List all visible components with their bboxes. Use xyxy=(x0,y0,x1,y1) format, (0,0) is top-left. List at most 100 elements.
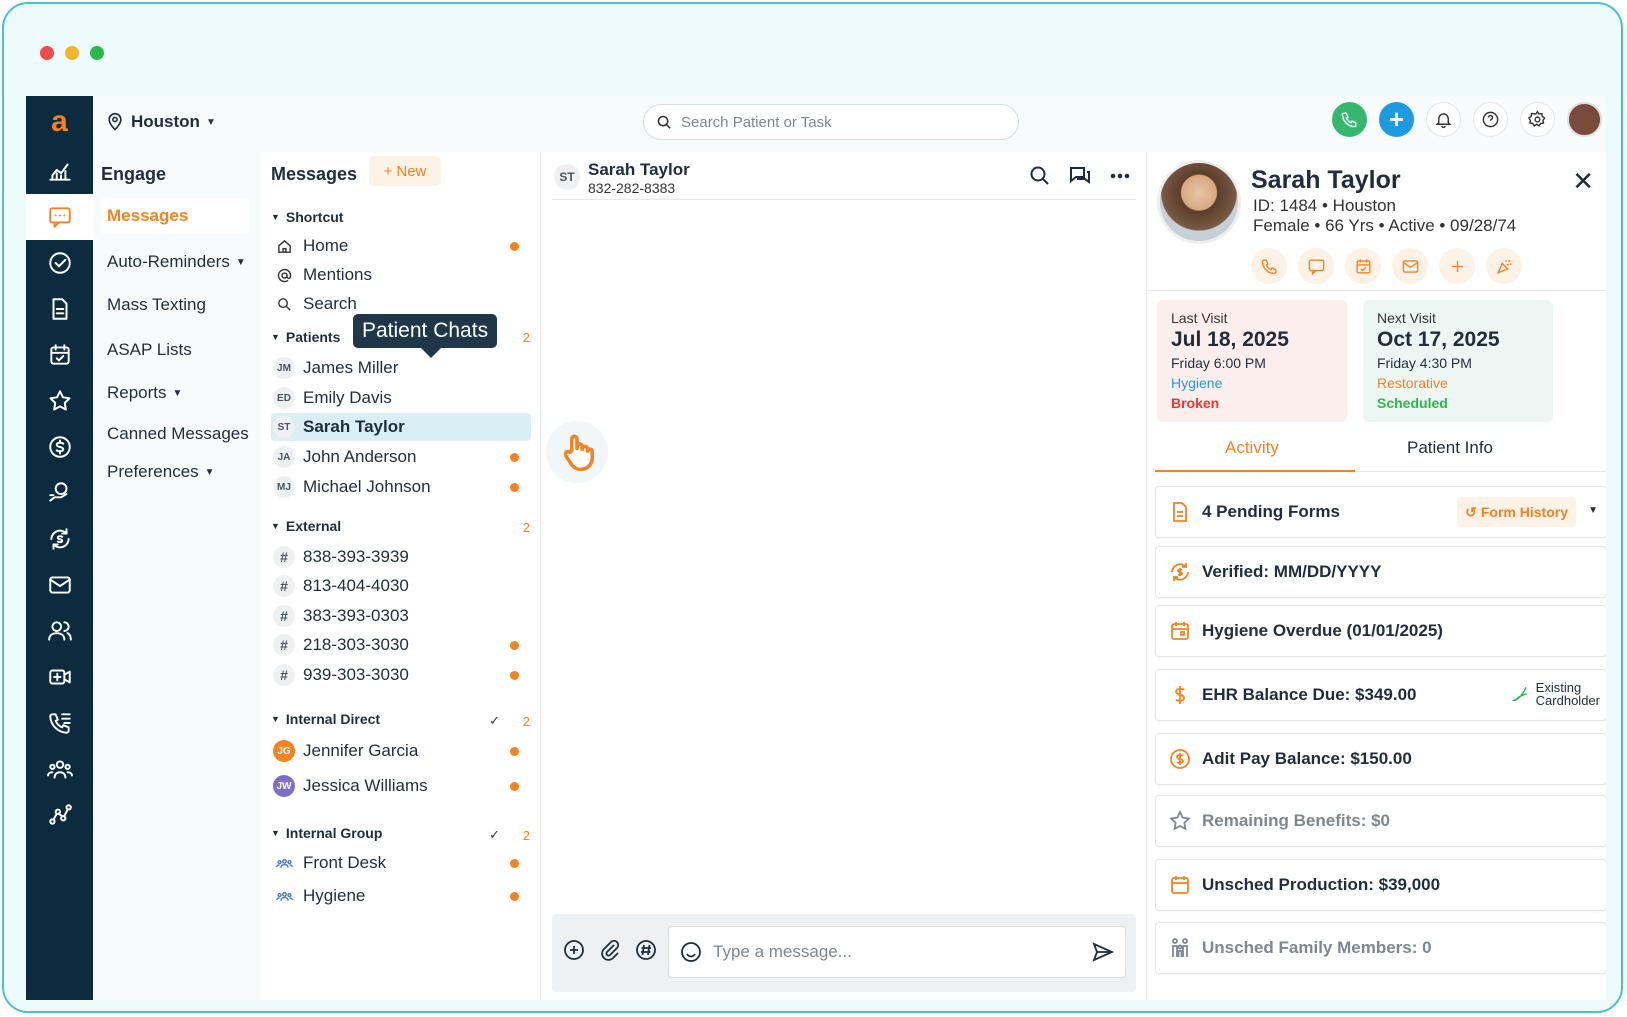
schedule-patient-button[interactable] xyxy=(1345,248,1381,284)
external-item[interactable]: #939-303-3030 xyxy=(271,661,531,689)
rail-recurring-icon[interactable] xyxy=(26,516,93,562)
patient-sarah-taylor[interactable]: ST Sarah Taylor xyxy=(271,413,531,441)
unsched-family-card[interactable]: Unsched Family Members: 0 xyxy=(1155,922,1606,974)
close-window-dot[interactable] xyxy=(40,46,54,60)
top-actions: + xyxy=(1332,102,1602,137)
rail-tasks-icon[interactable] xyxy=(26,240,93,286)
next-visit-card[interactable]: Next Visit Oct 17, 2025 Friday 4:30 PM R… xyxy=(1363,300,1553,422)
new-message-button[interactable]: + New xyxy=(369,156,441,186)
paperclip-icon[interactable] xyxy=(598,938,622,962)
close-icon[interactable]: ✕ xyxy=(1572,166,1594,197)
rail-analytics-icon[interactable] xyxy=(26,148,93,194)
email-patient-button[interactable] xyxy=(1392,248,1428,284)
rail-team-icon[interactable] xyxy=(26,746,93,792)
adit-pay-card[interactable]: Adit Pay Balance: $150.00 xyxy=(1155,733,1606,785)
rail-workflow-icon[interactable] xyxy=(26,792,93,838)
tab-patient-info[interactable]: Patient Info xyxy=(1407,438,1493,458)
add-patient-action-button[interactable] xyxy=(1439,248,1475,284)
shortcut-mentions[interactable]: Mentions xyxy=(271,261,531,289)
section-internal-group[interactable]: ▼ Internal Group xyxy=(271,825,382,841)
chevron-down-icon: ▼ xyxy=(204,466,215,478)
external-item[interactable]: #838-393-3939 xyxy=(271,543,531,571)
engage-item-reports[interactable]: Reports ▼ xyxy=(101,375,249,411)
more-icon[interactable] xyxy=(1108,164,1132,188)
rail-call-log-icon[interactable] xyxy=(26,700,93,746)
rail-reviews-icon[interactable] xyxy=(26,378,93,424)
app-logo[interactable]: a xyxy=(26,96,93,148)
patient-john-anderson[interactable]: JA John Anderson xyxy=(271,443,531,471)
hash-icon: # xyxy=(273,634,295,656)
external-item[interactable]: #218-303-3030 xyxy=(271,631,531,659)
unread-dot xyxy=(510,746,519,756)
phone-icon xyxy=(1261,258,1277,274)
section-external[interactable]: ▼ External xyxy=(271,518,341,534)
section-shortcut[interactable]: ▼ Shortcut xyxy=(271,209,343,225)
search-input[interactable]: Search Patient or Task xyxy=(643,104,1019,140)
checkmark-icon[interactable]: ✓ xyxy=(489,713,500,729)
rail-forms-icon[interactable] xyxy=(26,286,93,332)
row-label: Michael Johnson xyxy=(303,477,431,496)
last-visit-label: Last Visit xyxy=(1171,310,1228,326)
rail-users-icon[interactable] xyxy=(26,608,93,654)
message-input[interactable]: Type a message... xyxy=(668,926,1126,978)
external-item[interactable]: #813-404-4030 xyxy=(271,572,531,600)
rail-calendar-icon[interactable] xyxy=(26,332,93,378)
phone-button[interactable] xyxy=(1332,102,1367,137)
section-patients[interactable]: ▼ Patients xyxy=(271,329,340,345)
send-icon[interactable] xyxy=(1091,940,1115,964)
pending-forms-card[interactable]: 4 Pending Forms ↺ Form History ▼ xyxy=(1155,486,1606,538)
conversations-icon[interactable] xyxy=(1068,164,1092,188)
unsched-production-card[interactable]: Unsched Production: $39,000 xyxy=(1155,859,1606,911)
checkmark-icon[interactable]: ✓ xyxy=(489,827,500,843)
patient-id: ID: 1484 • Houston xyxy=(1253,196,1396,215)
rail-messages-icon[interactable] xyxy=(26,194,93,240)
remaining-benefits-card[interactable]: Remaining Benefits: $0 xyxy=(1155,795,1606,847)
rail-email-icon[interactable] xyxy=(26,562,93,608)
group-hygiene[interactable]: Hygiene xyxy=(271,882,531,910)
message-patient-button[interactable] xyxy=(1298,248,1334,284)
add-button[interactable]: + xyxy=(1379,102,1414,137)
engage-item-asap-lists[interactable]: ASAP Lists xyxy=(101,332,249,368)
call-patient-button[interactable] xyxy=(1251,248,1287,284)
verified-card[interactable]: Verified: MM/DD/YYYY xyxy=(1155,546,1606,598)
chevron-down-icon[interactable]: ▼ xyxy=(1588,505,1598,516)
patient-james-miller[interactable]: JM James Miller xyxy=(271,354,531,382)
rail-financing-icon[interactable] xyxy=(26,470,93,516)
hygiene-overdue-card[interactable]: Hygiene Overdue (01/01/2025) xyxy=(1155,605,1606,657)
section-internal-direct[interactable]: ▼ Internal Direct xyxy=(271,711,380,727)
patient-michael-johnson[interactable]: MJ Michael Johnson xyxy=(271,473,531,501)
engage-item-mass-texting[interactable]: Mass Texting xyxy=(101,287,249,323)
form-history-button[interactable]: ↺ Form History xyxy=(1457,497,1576,527)
external-item[interactable]: #383-393-0303 xyxy=(271,602,531,630)
internal-jessica-williams[interactable]: JW Jessica Williams xyxy=(271,772,531,800)
notifications-button[interactable] xyxy=(1426,102,1461,137)
celebrate-button[interactable] xyxy=(1486,248,1522,284)
emoji-icon[interactable] xyxy=(679,940,703,964)
chat-contact-name: Sarah Taylor xyxy=(588,160,690,179)
minimize-window-dot[interactable] xyxy=(65,46,79,60)
search-icon[interactable] xyxy=(1028,164,1052,188)
internal-jennifer-garcia[interactable]: JG Jennifer Garcia xyxy=(271,737,531,765)
engage-item-messages[interactable]: Messages xyxy=(101,198,249,234)
engage-item-canned-messages[interactable]: Canned Messages xyxy=(101,416,249,452)
rail-payments-icon[interactable] xyxy=(26,424,93,470)
rail-video-icon[interactable] xyxy=(26,654,93,700)
new-label: New xyxy=(396,162,427,180)
hashtag-icon[interactable] xyxy=(634,938,658,962)
help-button[interactable] xyxy=(1473,102,1508,137)
patient-emily-davis[interactable]: ED Emily Davis xyxy=(271,384,531,412)
group-front-desk[interactable]: Front Desk xyxy=(271,849,531,877)
location-selector[interactable]: Houston ▼ xyxy=(105,112,216,132)
engage-item-auto-reminders[interactable]: Auto-Reminders ▼ xyxy=(101,244,249,280)
settings-button[interactable] xyxy=(1520,102,1555,137)
shortcut-home[interactable]: Home xyxy=(271,232,531,260)
tab-activity[interactable]: Activity xyxy=(1225,438,1279,458)
ehr-balance-card[interactable]: EHR Balance Due: $349.00 Existing Cardhol… xyxy=(1155,669,1606,721)
plus-icon: + xyxy=(1388,104,1405,134)
engage-item-preferences[interactable]: Preferences ▼ xyxy=(101,454,249,490)
last-visit-card[interactable]: Last Visit Jul 18, 2025 Friday 6:00 PM H… xyxy=(1157,300,1347,422)
adit-pay-label: Adit Pay Balance: $150.00 xyxy=(1202,749,1412,768)
add-circle-icon[interactable] xyxy=(562,938,586,962)
maximize-window-dot[interactable] xyxy=(90,46,104,60)
user-avatar[interactable] xyxy=(1567,102,1602,137)
